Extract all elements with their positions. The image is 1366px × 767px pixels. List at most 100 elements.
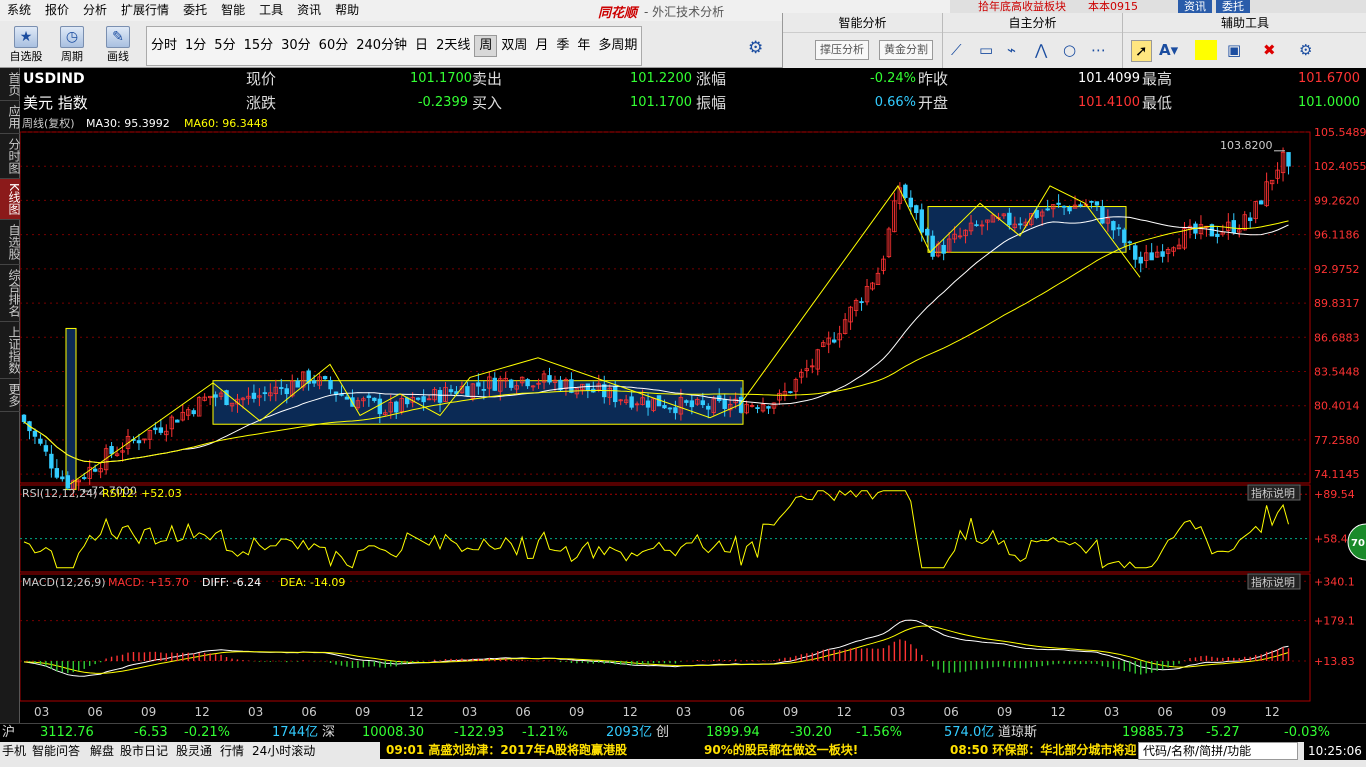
menu-item-2[interactable]: 分析 — [76, 0, 114, 21]
price-tick: 96.1186 — [1314, 229, 1360, 242]
candle-body — [394, 401, 399, 413]
draw-line-button[interactable]: ✎ 画线 — [96, 24, 140, 66]
settings-icon[interactable]: ⚙ — [1299, 40, 1312, 60]
delete-icon[interactable]: ✖ — [1263, 40, 1276, 60]
period-3[interactable]: 15分 — [240, 36, 278, 56]
period-6[interactable]: 240分钟 — [352, 36, 411, 56]
menu-item-6[interactable]: 工具 — [252, 0, 290, 21]
sidebar-item-2[interactable]: 分时图 — [0, 134, 21, 179]
menu-item-7[interactable]: 资讯 — [290, 0, 328, 21]
kline-chart[interactable]: 105.5489 102.4055 99.2620 96.1186 92.9752 89.… — [20, 116, 1366, 723]
period-7[interactable]: 日 — [411, 36, 432, 56]
ticker-item-3: -0.21% — [184, 725, 230, 740]
support-pressure-button[interactable]: 撑压分析 — [815, 40, 869, 60]
x-tick: 03 — [248, 705, 263, 719]
status-item-0[interactable]: 手机 — [2, 742, 26, 760]
candle-body — [49, 453, 54, 469]
status-item-6[interactable]: 24小时滚动 — [252, 742, 315, 760]
x-tick: 06 — [1158, 705, 1173, 719]
color-picker[interactable] — [1195, 40, 1217, 60]
x-tick: 12 — [409, 705, 424, 719]
status-item-2[interactable]: 解盘 — [90, 742, 114, 760]
line-tool-icon[interactable]: ⟋ — [951, 40, 962, 60]
sidebar-item-1[interactable]: 应用 — [0, 101, 21, 134]
period-8[interactable]: 2天线 — [432, 36, 474, 56]
golden-section-button[interactable]: 黄金分割 — [879, 40, 933, 60]
more-icon[interactable]: ⋯ — [1091, 40, 1106, 60]
sidebar-item-5[interactable]: 综合排名 — [0, 265, 21, 322]
period-14[interactable]: 多周期 — [594, 36, 641, 56]
change: -0.2399 — [417, 95, 468, 110]
period-button[interactable]: ◷ 周期 — [50, 24, 94, 66]
gear-icon[interactable]: ⚙ — [748, 38, 763, 58]
period-1[interactable]: 1分 — [181, 36, 210, 56]
period-4[interactable]: 30分 — [277, 36, 315, 56]
period-5[interactable]: 60分 — [315, 36, 353, 56]
candle-body — [158, 427, 164, 433]
period-2[interactable]: 5分 — [210, 36, 239, 56]
candle-body — [925, 228, 930, 236]
rectangle-tool-icon[interactable]: ▭ — [979, 40, 993, 60]
status-item-5[interactable]: 行情 — [220, 742, 244, 760]
period-12[interactable]: 季 — [552, 36, 573, 56]
menu-item-5[interactable]: 智能 — [214, 0, 252, 21]
candle-body — [684, 400, 689, 403]
status-item-4[interactable]: 股灵通 — [176, 742, 212, 760]
x-tick: 03 — [34, 705, 49, 719]
tab-news[interactable]: 资讯 — [1178, 0, 1212, 13]
candle-body — [448, 389, 454, 393]
sidebar-item-0[interactable]: 首页 — [0, 68, 21, 101]
search-input[interactable]: 代码/名称/简拼/功能 — [1138, 742, 1298, 760]
bookmark-icon[interactable]: ▣ — [1227, 40, 1241, 60]
ticker-item-16: 19885.73 — [1122, 725, 1185, 740]
candle-body — [547, 375, 552, 383]
macd-tick: +13.83 — [1314, 655, 1355, 668]
x-tick: 09 — [355, 705, 370, 719]
news-item-0[interactable]: 09:01 高盛刘劲津：2017年A股将跑赢港股 — [386, 742, 627, 759]
x-tick: 12 — [623, 705, 638, 719]
candle-body — [284, 388, 289, 395]
pane-frame-0 — [20, 131, 1311, 484]
watchlist-button[interactable]: ★ 自选股 — [4, 24, 48, 66]
candle-body — [903, 184, 908, 198]
menu-item-3[interactable]: 扩展行情 — [114, 0, 176, 21]
zigzag-tool-icon[interactable]: ⋀ — [1035, 40, 1047, 60]
news-item-1[interactable]: 90%的股民都在做这一板块! — [704, 742, 858, 759]
text-tool-icon[interactable]: A▾ — [1159, 40, 1178, 60]
candle-body — [54, 468, 60, 478]
period-0[interactable]: 分时 — [147, 36, 181, 56]
candle-body — [1100, 206, 1105, 224]
candle-body — [492, 377, 497, 391]
menu-item-8[interactable]: 帮助 — [328, 0, 366, 21]
news-scroller[interactable]: 09:01 高盛刘劲津：2017年A股将跑赢港股 90%的股民都在做这一板块! 08… — [380, 742, 1138, 759]
menu-item-4[interactable]: 委托 — [176, 0, 214, 21]
candle-body — [476, 382, 481, 387]
ticker-item-10: 创 — [656, 725, 670, 740]
sidebar-item-3[interactable]: K线图 — [0, 179, 21, 220]
tab-trade[interactable]: 委托 — [1216, 0, 1250, 13]
macd-legend-diff: DIFF: -6.24 — [202, 576, 261, 589]
status-item-3[interactable]: 股市日记 — [120, 742, 168, 760]
rsi-legend-value: RSI12: +52.03 — [102, 487, 182, 500]
candle-body — [1248, 217, 1253, 222]
cursor-icon[interactable]: ➚ — [1131, 40, 1152, 62]
period-11[interactable]: 月 — [531, 36, 552, 56]
wave-tool-icon[interactable]: ⌁ — [1007, 40, 1016, 60]
circle-tool-icon[interactable]: ○ — [1063, 40, 1076, 60]
x-tick: 03 — [890, 705, 905, 719]
period-10[interactable]: 双周 — [497, 36, 531, 56]
candle-body — [1133, 245, 1138, 260]
x-tick: 03 — [462, 705, 477, 719]
period-13[interactable]: 年 — [573, 36, 594, 56]
sidebar-item-4[interactable]: 自选股 — [0, 220, 21, 265]
rise-percent: -0.24% — [870, 71, 916, 86]
sidebar-item-7[interactable]: 更多 — [0, 379, 21, 412]
candle-body — [109, 446, 114, 455]
sidebar-item-6[interactable]: 上证指数 — [0, 322, 21, 379]
news-item-2[interactable]: 08:50 环保部：华北部分城市将迎 — [950, 742, 1136, 759]
menu-item-1[interactable]: 报价 — [38, 0, 76, 21]
status-item-1[interactable]: 智能问答 — [32, 742, 80, 760]
candle-body — [1089, 200, 1094, 203]
menu-item-0[interactable]: 系统 — [0, 0, 38, 21]
period-9[interactable]: 周 — [474, 35, 498, 57]
